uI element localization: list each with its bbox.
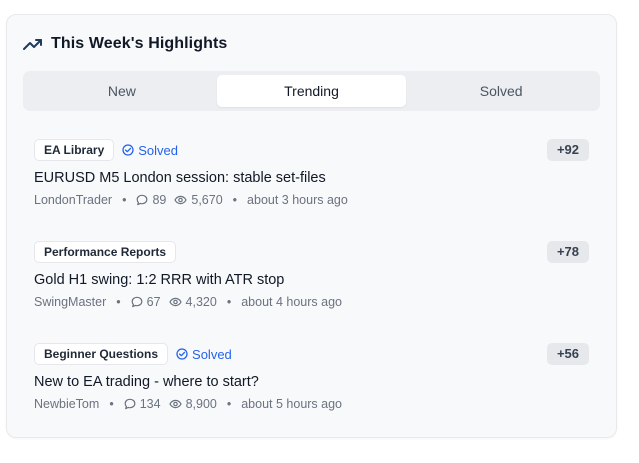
comment-count-value: 89 bbox=[152, 193, 167, 207]
view-count: 4,320 bbox=[168, 294, 217, 310]
view-count: 5,670 bbox=[174, 192, 223, 208]
post-meta: NewbieTom • 134 8,900 • about 5 hours ag… bbox=[34, 396, 589, 412]
score-badge: +92 bbox=[546, 139, 589, 161]
category-tag[interactable]: Beginner Questions bbox=[34, 343, 169, 365]
comment-icon bbox=[124, 398, 136, 410]
post-author[interactable]: NewbieTom bbox=[34, 396, 99, 412]
meta-separator: • bbox=[226, 397, 232, 411]
tab-bar: New Trending Solved bbox=[23, 71, 600, 111]
view-count: 8,900 bbox=[168, 396, 217, 412]
highlights-card: This Week's Highlights New Trending Solv… bbox=[6, 14, 617, 438]
eye-icon bbox=[168, 399, 182, 409]
tab-new[interactable]: New bbox=[27, 75, 217, 107]
comment-count-value: 67 bbox=[146, 295, 161, 309]
meta-separator: • bbox=[116, 295, 121, 309]
post-title[interactable]: Gold H1 swing: 1:2 RRR with ATR stop bbox=[34, 271, 589, 289]
view-count-value: 8,900 bbox=[185, 397, 217, 411]
meta-separator: • bbox=[122, 193, 127, 207]
card-title: This Week's Highlights bbox=[51, 35, 228, 52]
post-author[interactable]: LondonTrader bbox=[34, 192, 112, 208]
meta-separator: • bbox=[109, 397, 114, 411]
comment-count: 134 bbox=[124, 396, 161, 412]
category-tag[interactable]: Performance Reports bbox=[34, 241, 177, 263]
post-time: about 5 hours ago bbox=[241, 397, 343, 411]
meta-separator: • bbox=[232, 193, 238, 207]
comment-icon bbox=[137, 194, 148, 206]
post-item: Beginner Questions Solved +56 New to EA … bbox=[34, 343, 589, 433]
tab-solved[interactable]: Solved bbox=[406, 75, 596, 107]
post-author[interactable]: SwingMaster bbox=[34, 294, 106, 310]
post-meta: LondonTrader • 89 5,670 • about 3 hours … bbox=[34, 192, 589, 208]
post-item: EA Library Solved +92 EURUSD M5 London s… bbox=[34, 139, 589, 229]
view-count-value: 5,670 bbox=[191, 193, 223, 207]
post-title[interactable]: New to EA trading - where to start? bbox=[34, 373, 589, 391]
trending-up-icon bbox=[23, 37, 43, 51]
comment-count-value: 134 bbox=[139, 397, 161, 411]
solved-label: Solved bbox=[138, 142, 178, 158]
eye-icon bbox=[168, 297, 182, 307]
comment-icon bbox=[131, 296, 143, 308]
solved-badge: Solved bbox=[122, 143, 178, 158]
meta-separator: • bbox=[226, 295, 232, 309]
post-time: about 3 hours ago bbox=[247, 193, 348, 207]
comment-count: 67 bbox=[131, 294, 161, 310]
post-meta: SwingMaster • 67 4,320 • about 4 hours a… bbox=[34, 294, 589, 310]
tab-trending[interactable]: Trending bbox=[216, 75, 407, 107]
category-tag[interactable]: EA Library bbox=[34, 139, 115, 161]
view-count-value: 4,320 bbox=[185, 295, 217, 309]
post-item: Performance Reports +78 Gold H1 swing: 1… bbox=[34, 241, 589, 331]
score-badge: +56 bbox=[546, 343, 589, 365]
score-badge: +78 bbox=[546, 241, 589, 263]
solved-label: Solved bbox=[192, 346, 232, 362]
comment-count: 89 bbox=[136, 192, 166, 208]
card-header: This Week's Highlights bbox=[23, 35, 227, 53]
eye-icon bbox=[174, 195, 188, 205]
check-circle-icon bbox=[122, 144, 134, 156]
solved-badge: Solved bbox=[176, 347, 232, 362]
post-title[interactable]: EURUSD M5 London session: stable set-fil… bbox=[34, 169, 589, 187]
check-circle-icon bbox=[176, 348, 188, 360]
post-time: about 4 hours ago bbox=[241, 295, 342, 309]
